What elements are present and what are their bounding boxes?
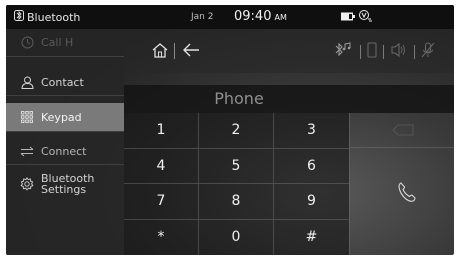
key-3[interactable]: 3 [274,113,349,149]
sidebar-item-keypad[interactable]: Keypad [6,103,124,132]
volume-icon[interactable] [390,42,408,62]
icon-divider [383,45,384,59]
sidebar-label-line2: Settings [41,183,87,196]
top-right-icons [334,42,435,62]
call-button[interactable] [396,181,418,207]
contact-icon [20,76,34,90]
icon-divider [360,45,361,59]
phone-title: Phone [124,85,454,113]
key-5[interactable]: 5 [199,148,274,184]
sidebar-item-call-history[interactable]: Call H [6,29,124,57]
key-6[interactable]: 6 [274,149,349,184]
gear-icon [20,177,34,191]
sidebar: Call H Contact Keypad Connect Bluetooth … [6,29,124,255]
key-7[interactable]: 7 [124,184,199,220]
nav-divider [174,43,175,59]
phone-signal-icon [359,9,373,25]
sidebar-item-contact[interactable]: Contact [6,70,124,96]
phone-panel: Phone 1 2 3 4 5 6 7 8 9 * 0 # [124,85,454,255]
sidebar-item-label: Call H [41,36,74,49]
key-star[interactable]: * [124,219,199,255]
status-icons [341,9,373,25]
mic-mute-icon[interactable] [421,42,435,62]
sidebar-item-label: Contact [41,76,84,89]
head-unit-screen: Bluetooth Jan 2 09:40 AM Call H Contact … [6,5,454,255]
keypad-icon [20,110,34,124]
dial-keypad: 1 2 3 4 5 6 7 8 9 * 0 # [124,113,349,255]
sidebar-item-label: Keypad [41,110,82,124]
key-1[interactable]: 1 [124,113,199,149]
smartphone-icon[interactable] [367,42,377,62]
status-bar: Bluetooth Jan 2 09:40 AM [6,5,454,29]
backspace-icon [391,121,414,140]
back-arrow-icon[interactable] [182,42,200,62]
status-app: Bluetooth [14,10,80,24]
key-9[interactable]: 9 [274,184,349,220]
top-nav-bar [124,29,454,73]
app-title: Bluetooth [27,10,81,24]
key-2[interactable]: 2 [199,113,274,149]
status-time: 09:40 AM [234,9,287,24]
sidebar-item-bluetooth-settings[interactable]: Bluetooth Settings [6,167,124,201]
clock-time: 09:40 [234,9,272,24]
icon-divider [414,45,415,59]
sidebar-item-label: Connect [41,144,87,158]
call-controls [349,113,454,255]
status-date: Jan 2 [191,12,214,22]
key-hash[interactable]: # [274,220,349,256]
battery-icon [341,11,355,24]
key-0[interactable]: 0 [199,219,274,255]
key-8[interactable]: 8 [199,184,274,220]
bluetooth-audio-icon[interactable] [334,42,354,62]
bluetooth-icon [14,10,24,24]
sidebar-item-label: Bluetooth Settings [41,173,94,195]
home-icon[interactable] [152,43,168,62]
sidebar-item-connect[interactable]: Connect [6,138,124,165]
key-4[interactable]: 4 [124,148,199,184]
connect-icon [20,144,34,158]
history-icon [20,36,34,50]
clock-ampm: AM [274,13,287,22]
backspace-button[interactable] [350,113,454,148]
